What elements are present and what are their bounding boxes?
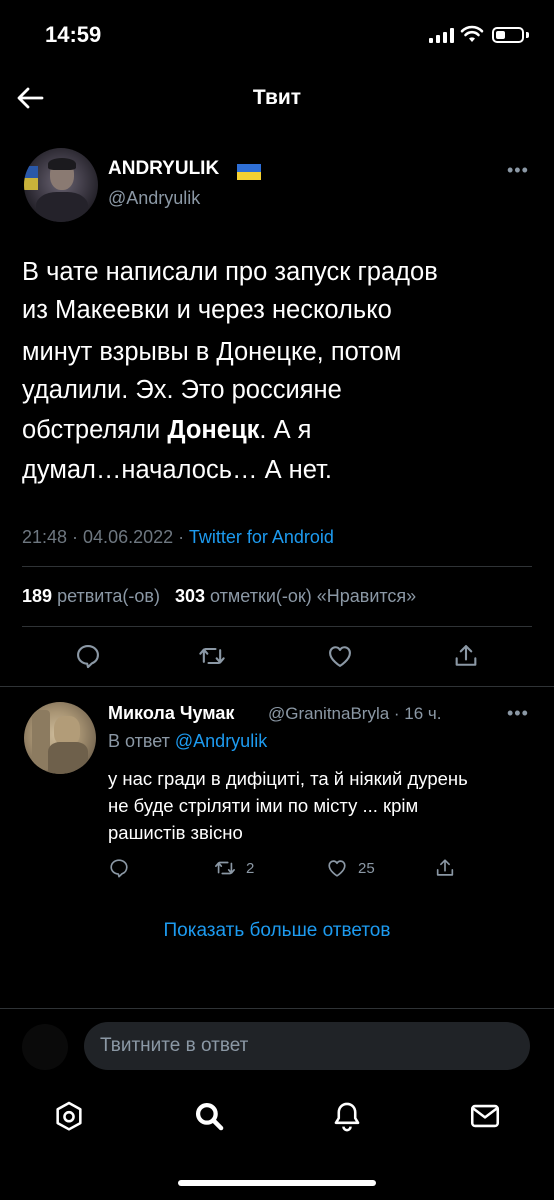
reply-text-line: не буде стріляти іми по місту ... крім [108,795,419,816]
divider [22,626,532,627]
page-title: Твит [252,86,302,109]
reply-to-line: В ответ @Andryulik [108,731,267,752]
author-name[interactable]: ANDRYULIK [108,158,219,180]
status-time: 14:59 [45,22,102,47]
tweet-text-line: из Макеевки и через несколько [22,296,392,324]
reply-compose-input[interactable] [84,1022,530,1070]
author-handle[interactable]: @Andryulik [108,188,200,209]
tweet-text-line: минут взрывы в Донецке, потом [22,338,402,366]
more-options-icon[interactable]: ••• [507,160,529,181]
reply-to-mention[interactable]: @Andryulik [175,731,267,751]
reply-reply-button[interactable] [108,856,140,880]
likes-stat[interactable]: 303 отметки(-ок) «Нравится» [175,586,416,606]
tweet-bold-text: Донецк [167,416,260,444]
notifications-bell-icon[interactable] [330,1099,364,1133]
divider [0,686,554,687]
share-icon [436,859,454,876]
divider [22,566,532,567]
share-icon[interactable] [452,642,480,670]
reply-retweet-button[interactable]: 2 [214,856,254,880]
battery-icon [492,27,524,43]
reply-text-line: у нас гради в дифіциті, та й ніякий дуре… [108,768,468,789]
reply-icon[interactable] [74,642,102,670]
reply-icon [110,859,128,878]
likes-count: 303 [174,586,206,606]
tweet-stats: 189 ретвита(-ов) 303 отметки(-ок) «Нрави… [22,586,416,607]
show-more-replies-link[interactable]: Показать больше ответов [0,920,554,942]
retweets-label: ретвита(-ов) [57,586,160,606]
tweet-text-line: думал…началось… А нет. [22,456,333,484]
divider [0,1008,554,1009]
tweet-meta: 21:48 · 04.06.2022 · Twitter for Android [22,527,334,548]
reply-text-line: рашистів звісно [108,822,243,843]
search-icon[interactable] [192,1099,226,1133]
battery-tip [526,32,529,38]
tweet-text-segment: обстреляли [22,416,168,444]
retweets-stat[interactable]: 189 ретвита(-ов) [22,586,160,606]
tweet-timestamp: 21:48 · 04.06.2022 · [22,527,189,547]
likes-label: отметки(-ок) «Нравится» [210,586,417,606]
tweet-text-line: удалили. Эх. Это россияне [22,376,342,404]
cellular-signal-icon [429,28,455,43]
tweet-text-segment: . А я [259,416,312,444]
tweet-source-link[interactable]: Twitter for Android [189,527,334,547]
like-icon[interactable] [326,642,354,670]
reply-author-handle[interactable]: @GranitnaBryla · 16 ч. [268,704,442,724]
ukraine-flag-icon [237,164,261,180]
retweet-icon[interactable] [198,642,226,670]
reply-retweet-count: 2 [246,859,255,877]
retweet-icon [215,861,235,875]
compose-avatar [22,1024,68,1070]
tweet-text-line: обстреляли Донецк. А я [22,411,312,449]
messages-envelope-icon[interactable] [468,1099,502,1133]
reply-author-name[interactable]: Микола Чумак [108,703,234,724]
reply-more-options-icon[interactable]: ••• [507,703,529,724]
retweets-count: 189 [22,586,53,606]
reply-author-avatar[interactable] [24,702,96,774]
author-avatar[interactable] [24,148,98,222]
reply-like-count: 25 [358,859,375,877]
reply-to-label: В ответ [108,731,175,751]
reply-share-button[interactable] [434,856,466,880]
like-icon [328,860,346,877]
home-indicator [178,1180,376,1186]
reply-like-button[interactable]: 25 [326,856,375,880]
tweet-text-line: В чате написали про запуск градов [22,258,438,286]
home-icon[interactable] [52,1099,86,1133]
wifi-icon [460,25,484,45]
